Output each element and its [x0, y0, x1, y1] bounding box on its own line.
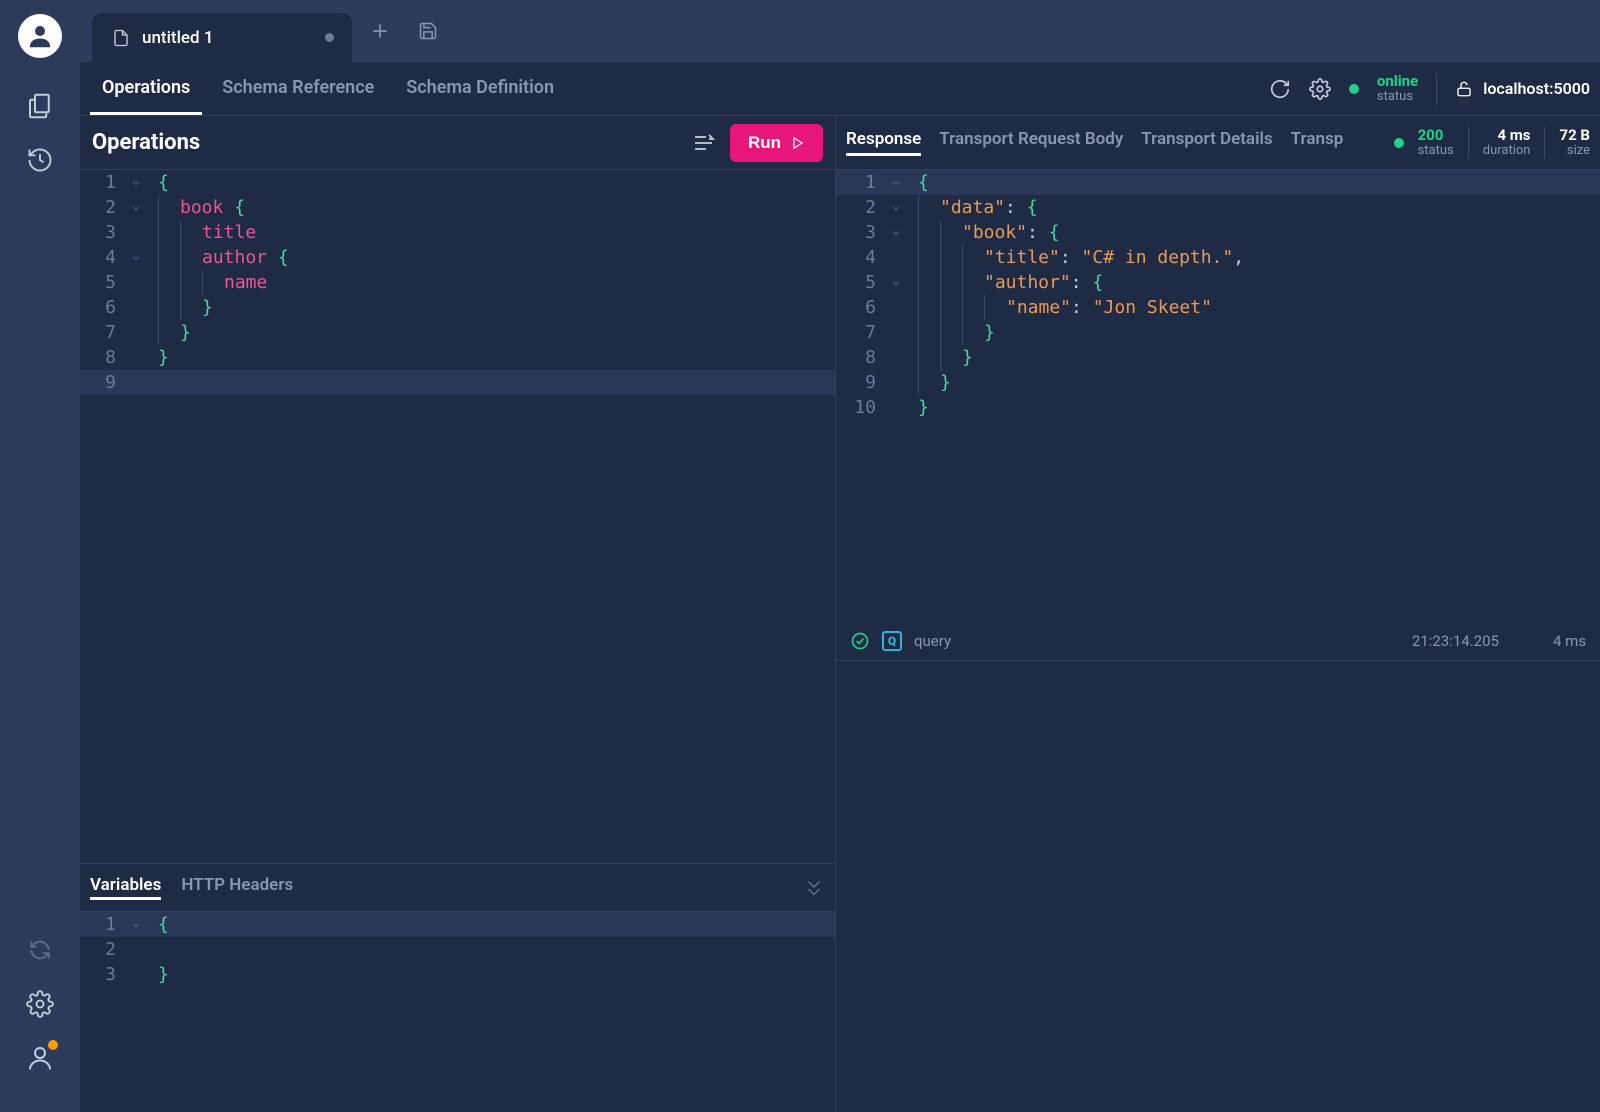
host-display[interactable]: localhost:5000	[1455, 79, 1590, 98]
code-line[interactable]: 3"book": {	[836, 220, 1600, 245]
settings-button[interactable]	[1309, 78, 1331, 100]
response-tab-transp[interactable]: Transp	[1291, 129, 1344, 156]
sub-tab-operations[interactable]: Operations	[90, 62, 202, 115]
code-line[interactable]: 8}	[836, 345, 1600, 370]
operations-title: Operations	[92, 130, 692, 155]
code-line[interactable]: 4author {	[80, 245, 835, 270]
lock-open-icon	[1455, 80, 1473, 98]
status-dot-icon	[1394, 138, 1404, 148]
code-line[interactable]: 1{	[836, 170, 1600, 195]
response-tab-transport-details[interactable]: Transport Details	[1141, 129, 1272, 156]
sidebar	[0, 0, 80, 1112]
code-line[interactable]: 1{	[80, 912, 835, 937]
app-logo[interactable]	[18, 14, 62, 58]
code-line[interactable]: 6}	[80, 295, 835, 320]
query-type-icon: Q	[882, 631, 902, 651]
code-line[interactable]: 2"data": {	[836, 195, 1600, 220]
code-line[interactable]: 1{	[80, 170, 835, 195]
code-line[interactable]: 2	[80, 937, 835, 962]
response-pane: Response Transport Request Body Transport …	[836, 116, 1600, 1112]
code-line[interactable]: 3}	[80, 962, 835, 987]
code-line[interactable]: 8}	[80, 345, 835, 370]
main: untitled 1 OperationsSchema ReferenceSch…	[80, 0, 1600, 1112]
format-button[interactable]	[692, 131, 716, 155]
code-line[interactable]: 2book {	[80, 195, 835, 220]
history-row[interactable]: Q query 21:23:14.205 4 ms	[836, 621, 1600, 661]
response-tab-transport-request-body[interactable]: Transport Request Body	[939, 129, 1123, 156]
history-duration: 4 ms	[1553, 632, 1586, 650]
code-line[interactable]: 9}	[836, 370, 1600, 395]
tab-bar: untitled 1	[80, 0, 1600, 62]
code-line[interactable]: 6"name": "Jon Skeet"	[836, 295, 1600, 320]
code-line[interactable]: 7}	[80, 320, 835, 345]
notification-dot	[48, 1040, 58, 1050]
sub-tab-bar: OperationsSchema ReferenceSchema Definit…	[80, 62, 1600, 116]
response-editor[interactable]: 1{2"data": {3"book": {4"title": "C# in d…	[836, 170, 1600, 621]
save-button[interactable]	[414, 17, 442, 45]
history-label: query	[914, 632, 951, 650]
new-tab-button[interactable]	[366, 17, 394, 45]
unsaved-indicator-icon	[325, 33, 334, 42]
history-icon[interactable]	[20, 140, 60, 180]
response-size: 72 B size	[1559, 127, 1590, 158]
operations-pane: Operations Run 1{2book {3title4author {5…	[80, 116, 836, 1112]
sub-tab-schema-definition[interactable]: Schema Definition	[394, 62, 566, 115]
response-duration: 4 ms duration	[1483, 127, 1531, 158]
response-status: 200 status	[1418, 127, 1454, 158]
code-line[interactable]: 3title	[80, 220, 835, 245]
code-line[interactable]: 9	[80, 370, 835, 395]
refresh-button[interactable]	[1269, 78, 1291, 100]
variables-panel: Variables HTTP Headers 1{23}	[80, 863, 835, 1112]
sub-tab-schema-reference[interactable]: Schema Reference	[210, 62, 386, 115]
collapse-button[interactable]	[803, 877, 825, 899]
document-tab[interactable]: untitled 1	[92, 13, 352, 62]
vars-tab-variables[interactable]: Variables	[90, 875, 161, 900]
connection-status: online status	[1377, 73, 1418, 104]
sync-icon[interactable]	[20, 930, 60, 970]
response-tab-response[interactable]: Response	[846, 129, 921, 156]
user-icon[interactable]	[20, 1038, 60, 1078]
vars-tab-http-headers[interactable]: HTTP Headers	[181, 875, 293, 900]
code-line[interactable]: 10}	[836, 395, 1600, 420]
code-line[interactable]: 7}	[836, 320, 1600, 345]
settings-icon[interactable]	[20, 984, 60, 1024]
code-line[interactable]: 5name	[80, 270, 835, 295]
variables-editor[interactable]: 1{23}	[80, 912, 835, 1112]
operations-editor[interactable]: 1{2book {3title4author {5name6}7}8}9	[80, 170, 835, 863]
file-icon	[112, 27, 130, 49]
run-button[interactable]: Run	[730, 124, 823, 162]
code-line[interactable]: 5"author": {	[836, 270, 1600, 295]
status-dot-icon	[1349, 84, 1359, 94]
tab-title: untitled 1	[142, 28, 213, 48]
history-time: 21:23:14.205	[1412, 632, 1499, 650]
documents-icon[interactable]	[20, 86, 60, 126]
check-icon	[850, 631, 870, 651]
code-line[interactable]: 4"title": "C# in depth.",	[836, 245, 1600, 270]
